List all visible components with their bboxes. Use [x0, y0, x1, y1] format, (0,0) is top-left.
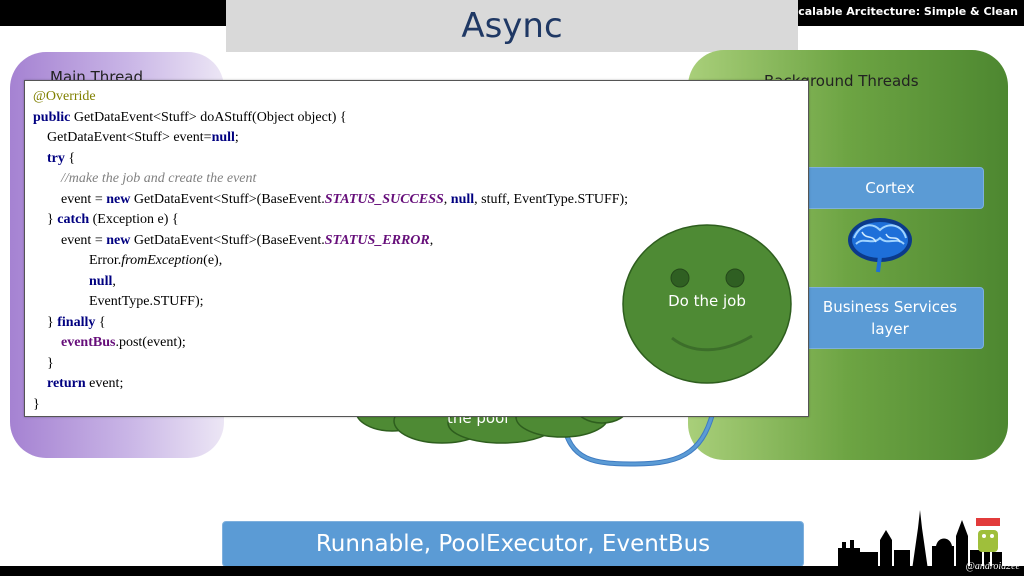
cortex-label: Cortex	[865, 179, 915, 197]
code-line: public GetDataEvent<Stuff> doAStuff(Obje…	[33, 109, 347, 125]
author-handle: @android2ee	[965, 561, 1020, 572]
paris-skyline-icon	[838, 510, 1002, 570]
slide-title: Async	[461, 6, 563, 46]
bottom-banner: Runnable, PoolExecutor, EventBus	[222, 521, 804, 567]
title-box: Async	[226, 0, 798, 52]
brain-icon	[848, 218, 912, 273]
code-line: }	[33, 396, 40, 412]
job-label: Do the job	[668, 292, 746, 310]
business-services-label-line2: layer	[871, 320, 909, 338]
business-services-label-line1: Business Services	[822, 298, 958, 316]
android-icon	[976, 518, 1000, 552]
code-line: event = new GetDataEvent<Stuff>(BaseEven…	[33, 191, 629, 207]
bottom-label: Runnable, PoolExecutor, EventBus	[315, 531, 711, 557]
code-line: @Override	[33, 89, 96, 104]
cortex-box: Cortex	[796, 167, 984, 209]
business-services-box: Business Services layer	[796, 287, 984, 349]
code-line: GetDataEvent<Stuff> event=null;	[33, 130, 239, 145]
code-line: //make the job and create the event	[33, 171, 257, 186]
header-text: Scalable Arcitecture: Simple & Clean	[790, 5, 1018, 18]
code-line: try {	[47, 150, 76, 166]
